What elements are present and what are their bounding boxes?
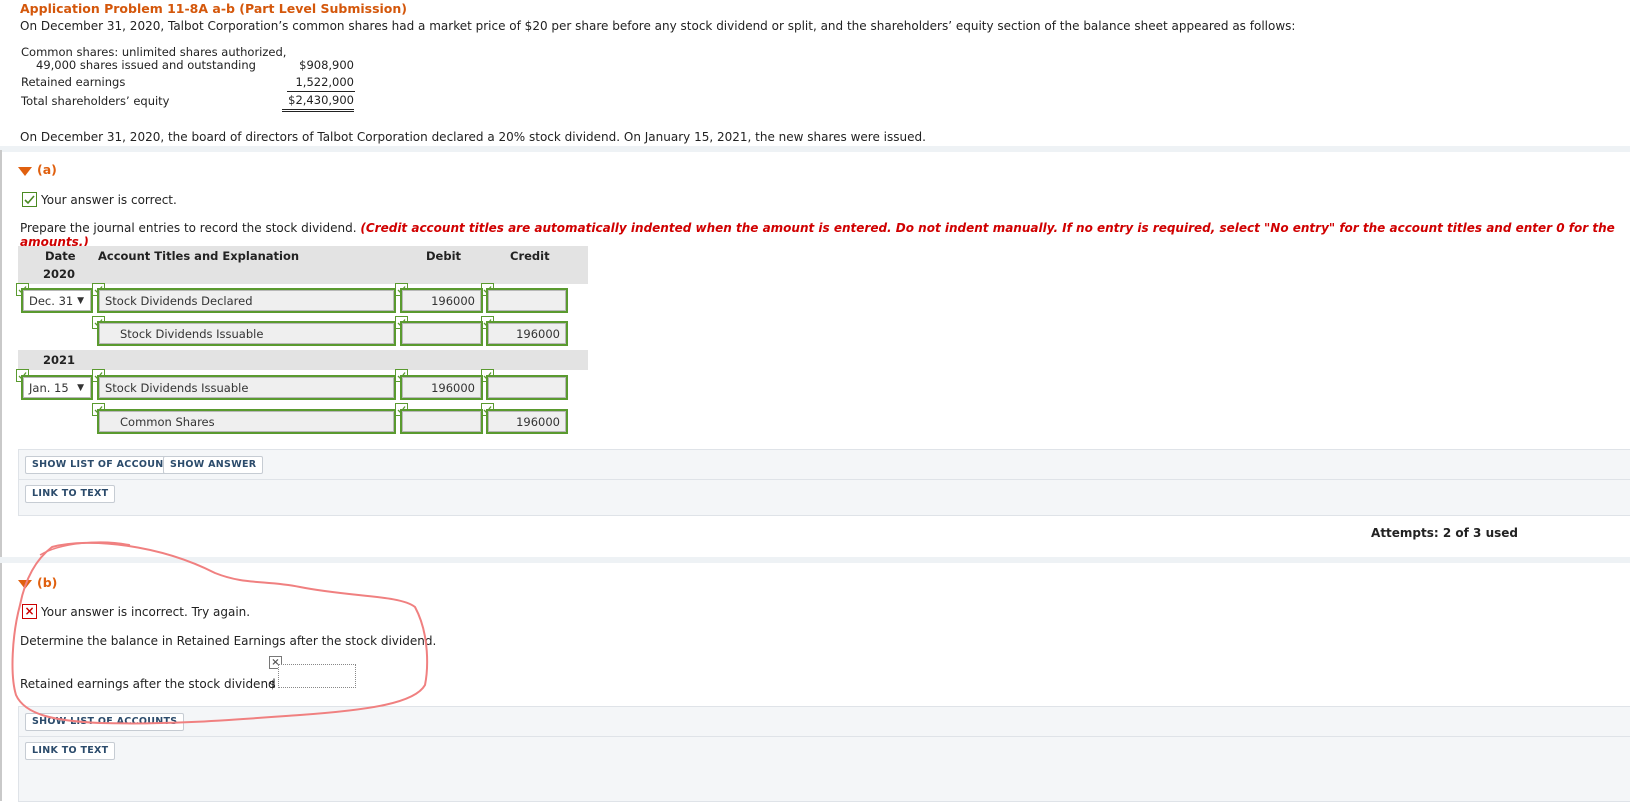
part-a-status: Your answer is correct. xyxy=(41,193,177,207)
credit-input[interactable]: 196000 xyxy=(486,409,568,434)
collapse-triangle-icon[interactable] xyxy=(18,167,32,176)
pink-annotation-circle xyxy=(11,541,429,725)
bs-line2: Retained earnings xyxy=(21,75,126,89)
debit-value: 196000 xyxy=(402,377,481,398)
col-credit: Credit xyxy=(510,249,550,263)
credit-value xyxy=(488,290,566,311)
correct-check-icon xyxy=(22,192,37,207)
debit-input[interactable]: 196000 xyxy=(400,288,483,313)
account-input[interactable]: Stock Dividends Issuable xyxy=(97,321,396,346)
credit-value: 196000 xyxy=(488,411,566,432)
debit-input[interactable] xyxy=(400,321,483,346)
dropdown-arrow-icon: ▼ xyxy=(77,296,84,306)
debit-value xyxy=(402,411,481,432)
date-select-dec31[interactable]: Dec. 31 ▼ xyxy=(21,288,93,313)
bs-common-amount: $908,900 xyxy=(299,58,354,72)
debit-input[interactable] xyxy=(400,409,483,434)
date-select-jan15[interactable]: Jan. 15 ▼ xyxy=(21,375,93,400)
dropdown-arrow-icon: ▼ xyxy=(77,383,84,393)
part-a-link-bar: LINK TO TEXT xyxy=(18,479,1630,516)
show-answer-button[interactable]: SHOW ANSWER xyxy=(163,456,264,474)
credit-input[interactable] xyxy=(486,288,568,313)
debit-input[interactable]: 196000 xyxy=(400,375,483,400)
problem-title: Application Problem 11-8A a-b (Part Leve… xyxy=(20,1,408,16)
instruction-text: Prepare the journal entries to record th… xyxy=(20,221,357,235)
year-row xyxy=(18,350,588,370)
declared-text: On December 31, 2020, the board of direc… xyxy=(20,130,926,144)
section-divider xyxy=(0,146,1630,152)
bs-subtotal-rule xyxy=(287,91,355,92)
debit-value: 196000 xyxy=(402,290,481,311)
show-list-of-accounts-button[interactable]: SHOW LIST OF ACCOUNTS xyxy=(25,456,185,474)
account-value: Stock Dividends Issuable xyxy=(99,323,394,344)
col-date: Date xyxy=(45,249,76,263)
bs-line1b: 49,000 shares issued and outstanding xyxy=(36,58,256,72)
credit-value xyxy=(488,377,566,398)
part-a-instruction: Prepare the journal entries to record th… xyxy=(20,221,1630,249)
date-value: Jan. 15 xyxy=(29,381,69,395)
bs-line1a: Common shares: unlimited shares authoriz… xyxy=(21,45,287,59)
link-to-text-button[interactable]: LINK TO TEXT xyxy=(25,485,116,503)
credit-input[interactable] xyxy=(486,375,568,400)
date-value: Dec. 31 xyxy=(29,294,74,308)
bs-line3: Total shareholders’ equity xyxy=(21,94,170,108)
problem-intro: On December 31, 2020, Talbot Corporation… xyxy=(20,19,1296,33)
part-a-label: (a) xyxy=(37,162,57,177)
account-input[interactable]: Stock Dividends Issuable xyxy=(97,375,396,400)
link-to-text-button[interactable]: LINK TO TEXT xyxy=(25,742,116,760)
account-value: Common Shares xyxy=(99,411,394,432)
bs-total-amount: $2,430,900 xyxy=(282,93,354,112)
credit-input[interactable]: 196000 xyxy=(486,321,568,346)
part-a-button-bar: SHOW LIST OF ACCOUNTS SHOW ANSWER xyxy=(18,449,1630,480)
col-account: Account Titles and Explanation xyxy=(98,249,300,263)
year-2020: 2020 xyxy=(43,267,76,281)
account-input[interactable]: Stock Dividends Declared xyxy=(97,288,396,313)
year-2021: 2021 xyxy=(43,353,76,367)
attempts-counter: Attempts: 2 of 3 used xyxy=(1371,526,1518,540)
account-value: Stock Dividends Declared xyxy=(99,290,394,311)
part-b-link-bar: LINK TO TEXT xyxy=(18,736,1630,802)
bs-retained-amount: 1,522,000 xyxy=(295,75,354,89)
debit-value xyxy=(402,323,481,344)
credit-value: 196000 xyxy=(488,323,566,344)
account-input[interactable]: Common Shares xyxy=(97,409,396,434)
col-debit: Debit xyxy=(426,249,462,263)
account-value: Stock Dividends Issuable xyxy=(99,377,394,398)
